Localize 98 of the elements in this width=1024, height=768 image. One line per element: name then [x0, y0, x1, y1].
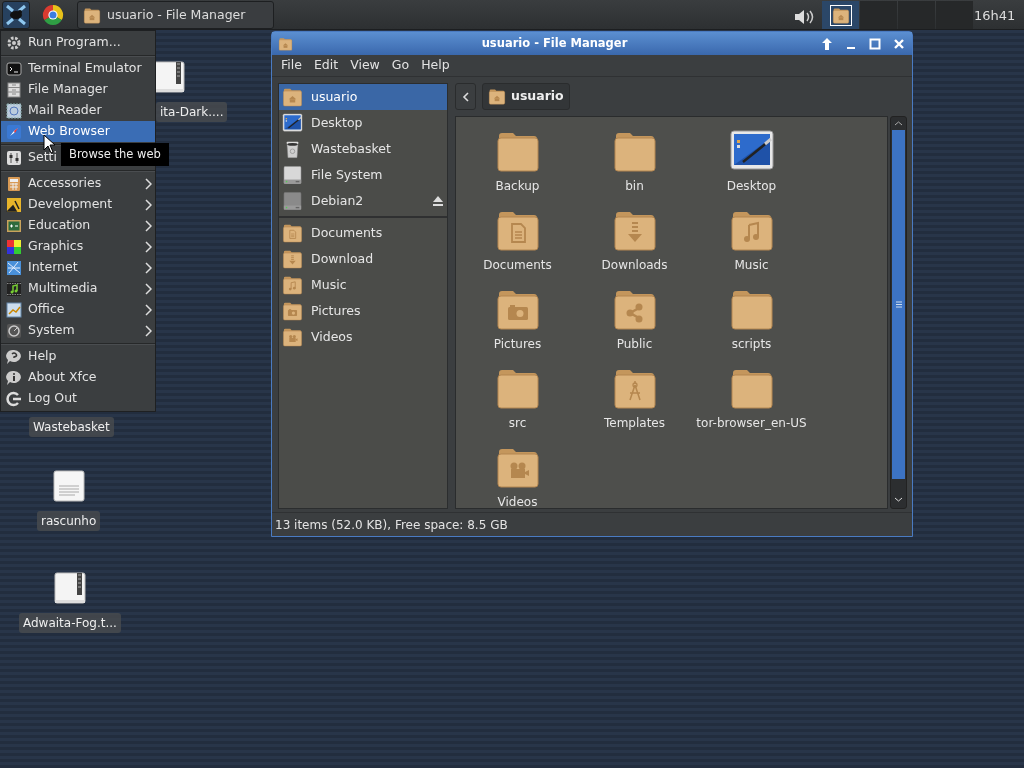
document-folder-icon: [282, 223, 303, 243]
sidebar-item[interactable]: Pictures: [279, 298, 447, 324]
terminal-icon: [6, 60, 22, 77]
sidebar-item[interactable]: Wastebasket: [279, 136, 447, 162]
archive-file-icon[interactable]: [52, 571, 87, 605]
sidebar-item[interactable]: usuario: [279, 84, 447, 110]
drive-icon: [282, 191, 303, 211]
sliders-icon: [6, 149, 22, 166]
scrollbar-thumb[interactable]: [892, 130, 905, 479]
file-name[interactable]: tor-browser_en-US: [694, 414, 809, 432]
projector-folder-icon: [282, 327, 303, 347]
path-button[interactable]: usuario: [482, 83, 570, 110]
menu-button[interactable]: [2, 1, 30, 29]
menu-item[interactable]: Run Program...: [1, 32, 155, 53]
chevron-left-icon: [461, 91, 470, 102]
file-name[interactable]: Music: [732, 256, 771, 274]
back-button[interactable]: [455, 83, 476, 110]
home-folder-icon: [488, 88, 506, 105]
maximize-icon[interactable]: [868, 36, 882, 51]
menu-item[interactable]: Web Browser: [1, 121, 155, 142]
menu-item[interactable]: Accessories: [1, 173, 155, 194]
home-folder-icon: [278, 36, 293, 51]
menu-item[interactable]: Help: [1, 346, 155, 367]
file-name[interactable]: scripts: [729, 335, 774, 353]
eject-icon[interactable]: [432, 195, 444, 207]
file-label[interactable]: Adwaita-Fog.t...: [19, 613, 121, 633]
camera-folder-icon: [282, 301, 303, 321]
chalkboard-icon: [6, 217, 22, 234]
sidebar-item[interactable]: Debian2: [279, 188, 447, 214]
window-title: usuario - File Manager: [480, 34, 629, 52]
network-icon: [6, 259, 22, 276]
menu-item[interactable]: System: [1, 320, 155, 341]
grip-icon: [894, 301, 903, 308]
sidebar-item[interactable]: Download: [279, 246, 447, 272]
menu-item[interactable]: Edit: [307, 56, 345, 75]
file-name[interactable]: Documents: [481, 256, 554, 274]
workspace-button[interactable]: [822, 1, 859, 29]
system-disk-icon: [6, 322, 22, 339]
info-icon: [6, 369, 22, 386]
sidebar-item[interactable]: Music: [279, 272, 447, 298]
color-grid-icon: [6, 238, 22, 255]
file-name[interactable]: Backup: [493, 177, 542, 195]
file-name[interactable]: bin: [623, 177, 646, 195]
compass-icon: [6, 123, 22, 140]
menu-item[interactable]: Go: [385, 56, 416, 75]
file-name[interactable]: Public: [614, 335, 655, 353]
mail-stamp-icon: [6, 102, 22, 119]
desktop-screen-icon: [282, 113, 303, 133]
file-label[interactable]: ita-Dark....: [156, 102, 228, 122]
task-button[interactable]: usuario - File Manager: [77, 1, 274, 29]
menu-item[interactable]: File Manager: [1, 79, 155, 100]
menu-item[interactable]: Graphics: [1, 236, 155, 257]
music-note-icon: [6, 280, 22, 297]
construction-icon: [6, 196, 22, 213]
raise-icon[interactable]: [820, 36, 834, 51]
file-label[interactable]: Wastebasket: [29, 417, 114, 437]
music-folder-icon: [282, 275, 303, 295]
logout-icon: [6, 390, 22, 407]
sidebar-item[interactable]: Desktop: [279, 110, 447, 136]
menu-item[interactable]: Office: [1, 299, 155, 320]
file-label[interactable]: rascunho: [37, 511, 101, 531]
menu-item[interactable]: About Xfce: [1, 367, 155, 388]
tooltip: Browse the web: [61, 143, 169, 167]
menu-item[interactable]: Education: [1, 215, 155, 236]
menu-item[interactable]: Log Out: [1, 388, 155, 409]
menu-item[interactable]: Mail Reader: [1, 100, 155, 121]
chart-icon: [6, 301, 22, 318]
browser-icon[interactable]: [42, 4, 64, 26]
clock: 16h41: [974, 7, 1016, 25]
file-name[interactable]: Templates: [602, 414, 667, 432]
close-icon[interactable]: [892, 36, 906, 51]
calculator-icon: [6, 175, 22, 192]
sidebar-item[interactable]: Videos: [279, 324, 447, 350]
menu-item[interactable]: Terminal Emulator: [1, 58, 155, 79]
desktop-screen-icon[interactable]: [728, 129, 775, 173]
download-folder-icon: [282, 249, 303, 269]
file-name[interactable]: Downloads: [599, 256, 670, 274]
menu-item[interactable]: View: [344, 56, 386, 75]
text-file-icon[interactable]: [51, 469, 86, 503]
scrollbar[interactable]: [890, 116, 907, 509]
home-folder-icon: [282, 87, 303, 107]
drive-icon: [282, 165, 303, 185]
menu-item[interactable]: Help: [415, 56, 456, 75]
help-icon: [6, 348, 22, 365]
status-text: 13 items (52.0 KB), Free space: 8.5 GB: [275, 516, 508, 534]
file-cabinet-icon: [6, 81, 22, 98]
sidebar-item[interactable]: Documents: [279, 220, 447, 246]
file-name[interactable]: Pictures: [491, 335, 544, 353]
menu-item[interactable]: File: [275, 56, 308, 75]
menu-item[interactable]: Internet: [1, 257, 155, 278]
file-name[interactable]: Videos: [495, 493, 540, 511]
file-name[interactable]: src: [506, 414, 529, 432]
sidebar-item[interactable]: File System: [279, 162, 447, 188]
menu-item[interactable]: Multimedia: [1, 278, 155, 299]
home-folder-icon: [83, 6, 101, 24]
menu-item[interactable]: Development: [1, 194, 155, 215]
file-name[interactable]: Desktop: [724, 177, 779, 195]
volume-icon[interactable]: [794, 8, 814, 25]
